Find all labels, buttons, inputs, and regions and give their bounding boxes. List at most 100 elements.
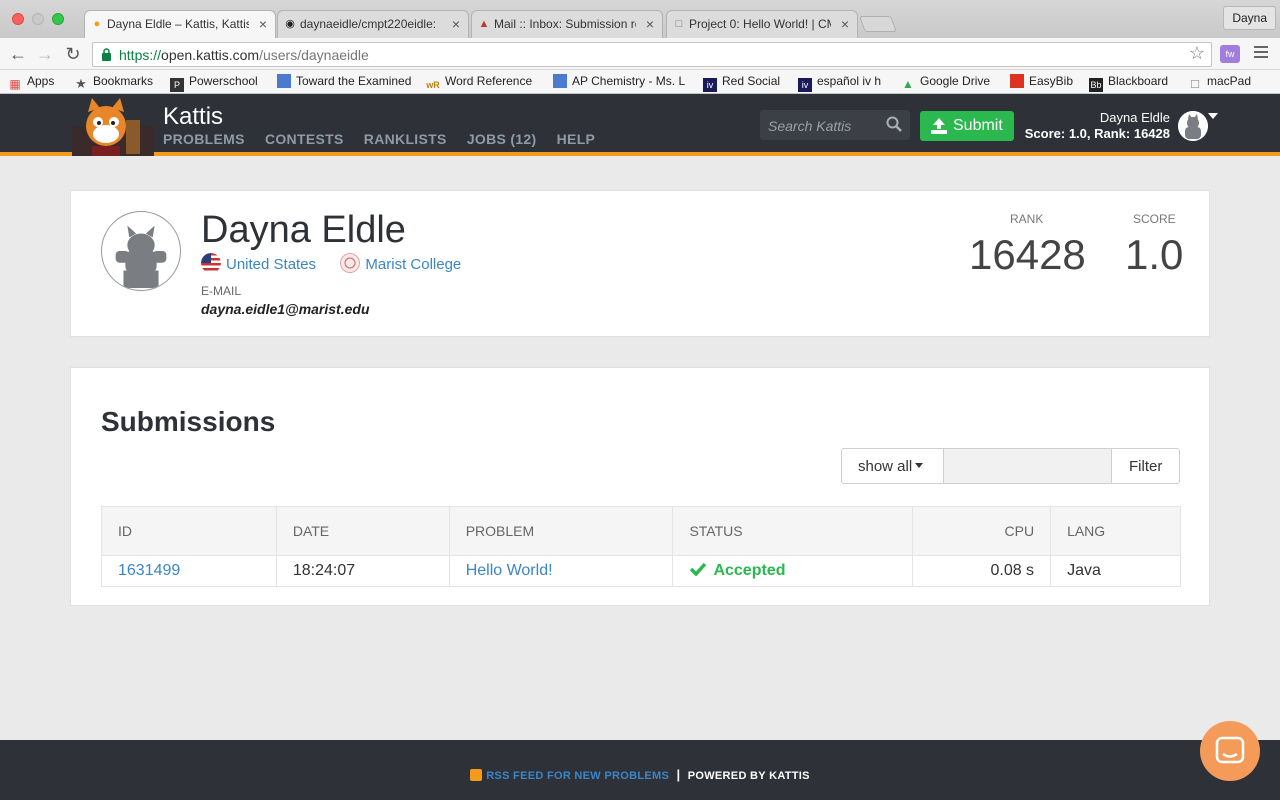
filter-input[interactable]: [944, 449, 1111, 483]
bookmark-blackboard[interactable]: Bb Blackboard: [1089, 74, 1168, 92]
window-minimize-button[interactable]: [32, 13, 44, 25]
bookmark-powerschool[interactable]: P Powerschool: [170, 74, 258, 92]
mail-favicon-icon: ▲: [478, 18, 490, 30]
column-header-status[interactable]: STATUS: [672, 506, 914, 556]
tab-label: Mail :: Inbox: Submission re: [494, 17, 636, 31]
nav-ranklists[interactable]: RANKLISTS: [364, 131, 447, 147]
bookmark-macpad[interactable]: □ macPad: [1188, 74, 1251, 91]
problem-link[interactable]: Hello World!: [466, 562, 553, 579]
submission-cpu: 0.08 s: [912, 555, 1052, 587]
us-flag-icon: [201, 253, 221, 273]
browser-tab-project[interactable]: □ Project 0: Hello World! | CM ×: [666, 10, 858, 38]
submission-problem-cell: Hello World!: [448, 555, 674, 587]
document-icon: [553, 74, 567, 88]
bookmark-espanol[interactable]: iv español iv h: [798, 74, 881, 92]
column-header-id[interactable]: ID: [101, 506, 277, 556]
user-summary[interactable]: Dayna Eldle Score: 1.0, Rank: 16428: [1025, 110, 1170, 142]
browser-tab-kattis[interactable]: ● Dayna Eldle – Kattis, Kattis ×: [84, 10, 276, 39]
profile-affiliations: United States Marist College: [201, 253, 461, 273]
browser-tab-bar: ● Dayna Eldle – Kattis, Kattis × ◉ dayna…: [0, 0, 1280, 39]
table-header-row: ID DATE PROBLEM STATUS CPU LANG: [101, 506, 1181, 556]
user-menu-caret-icon[interactable]: [1208, 113, 1218, 119]
status-accepted: Accepted: [713, 562, 786, 579]
submission-lang: Java: [1050, 555, 1181, 587]
back-arrow-icon[interactable]: ←: [8, 44, 28, 64]
submission-id-link[interactable]: 1631499: [118, 562, 180, 579]
nav-contests[interactable]: CONTESTS: [265, 131, 344, 147]
table-row: 1631499 18:24:07 Hello World! Accepted 0…: [101, 555, 1181, 587]
marist-seal-icon: [340, 253, 361, 273]
kattis-cat-logo-icon[interactable]: [72, 96, 154, 156]
tab-close-icon[interactable]: ×: [841, 16, 849, 32]
chat-icon: [1215, 736, 1245, 764]
tab-close-icon[interactable]: ×: [452, 16, 460, 32]
column-header-cpu[interactable]: CPU: [912, 506, 1052, 556]
filter-group: show all Filter: [841, 448, 1180, 484]
column-header-lang[interactable]: LANG: [1050, 506, 1181, 556]
rank-value: 16428: [969, 231, 1086, 278]
search-icon[interactable]: [886, 116, 902, 132]
column-header-problem[interactable]: PROBLEM: [448, 506, 674, 556]
rss-feed-link[interactable]: RSS FEED FOR NEW PROBLEMS: [486, 770, 669, 782]
bookmark-star-icon[interactable]: ☆: [1189, 43, 1205, 64]
new-tab-button[interactable]: [859, 16, 897, 32]
blackboard-icon: Bb: [1089, 78, 1103, 92]
submission-status-cell: Accepted: [672, 555, 914, 587]
browser-tab-github[interactable]: ◉ daynaeidle/cmpt220eidle: ×: [277, 10, 469, 38]
country-link[interactable]: United States: [226, 256, 316, 273]
rss-icon: [470, 769, 483, 781]
email-label: E-MAIL: [201, 284, 242, 298]
tab-label: Project 0: Hello World! | CM: [689, 17, 831, 31]
show-all-dropdown[interactable]: show all: [842, 449, 944, 483]
kattis-brand[interactable]: Kattis: [163, 103, 223, 131]
url-path: /users/daynaeidle: [259, 47, 369, 63]
address-bar[interactable]: https://open.kattis.com/users/daynaeidle…: [92, 42, 1212, 67]
column-header-date[interactable]: DATE: [275, 506, 450, 556]
chat-widget-button[interactable]: [1200, 721, 1260, 781]
user-avatar[interactable]: [1178, 111, 1208, 141]
main-nav: PROBLEMS CONTESTS RANKLISTS JOBS (12) HE…: [163, 131, 611, 147]
lock-icon: [102, 48, 111, 61]
bookmark-easybib[interactable]: EasyBib: [1010, 74, 1073, 88]
browser-profile-button[interactable]: Dayna: [1223, 6, 1276, 30]
score-value: 1.0: [1125, 231, 1184, 278]
profile-avatar: [101, 211, 181, 291]
window-zoom-button[interactable]: [52, 13, 64, 25]
window-close-button[interactable]: [12, 13, 24, 25]
browser-menu-icon[interactable]: [1254, 46, 1268, 61]
tab-close-icon[interactable]: ×: [646, 16, 654, 32]
bookmark-apps[interactable]: ▦ Apps: [8, 74, 54, 91]
score-label: SCORE: [1133, 212, 1176, 226]
header-user-score: Score: 1.0, Rank: 16428: [1024, 126, 1170, 141]
chevron-down-icon: [915, 463, 924, 468]
filter-button[interactable]: Filter: [1111, 449, 1180, 483]
nav-problems[interactable]: PROBLEMS: [163, 131, 245, 147]
tab-label: Dayna Eldle – Kattis, Kattis: [107, 17, 249, 31]
search-input[interactable]: Search Kattis: [760, 110, 910, 140]
reload-icon[interactable]: ↻: [63, 44, 83, 64]
rank-label: RANK: [1010, 212, 1044, 226]
profile-name: Dayna Eldle: [201, 209, 406, 251]
upload-icon: [931, 118, 947, 134]
header-user-name: Dayna Eldle: [1099, 110, 1170, 125]
tab-close-icon[interactable]: ×: [259, 16, 267, 32]
nav-jobs[interactable]: JOBS (12): [467, 131, 537, 147]
bookmark-bookmarks[interactable]: ★ Bookmarks: [74, 74, 153, 91]
bookmark-examined[interactable]: Toward the Examined: [277, 74, 412, 88]
submit-button[interactable]: Submit: [920, 111, 1014, 141]
wordreference-icon: wR: [426, 80, 440, 90]
email-value: dayna.eidle1@marist.edu: [201, 301, 370, 317]
document-icon: [277, 74, 291, 88]
bookmark-red-social[interactable]: iv Red Social: [703, 74, 780, 92]
bookmark-google-drive[interactable]: ▲ Google Drive: [901, 74, 990, 91]
bookmark-word-reference[interactable]: wR Word Reference: [426, 74, 532, 92]
submission-date: 18:24:07: [275, 555, 450, 587]
school-link[interactable]: Marist College: [365, 256, 461, 273]
bookmarks-bar: ▦ Apps ★ Bookmarks P Powerschool Toward the…: [0, 70, 1280, 94]
forward-arrow-icon[interactable]: →: [35, 44, 55, 64]
document-icon: □: [1191, 76, 1199, 91]
browser-tab-mail[interactable]: ▲ Mail :: Inbox: Submission re ×: [471, 10, 663, 38]
extension-icon[interactable]: fw: [1220, 45, 1240, 63]
bookmark-ap-chemistry[interactable]: AP Chemistry - Ms. L: [553, 74, 688, 88]
nav-help[interactable]: HELP: [557, 131, 596, 147]
